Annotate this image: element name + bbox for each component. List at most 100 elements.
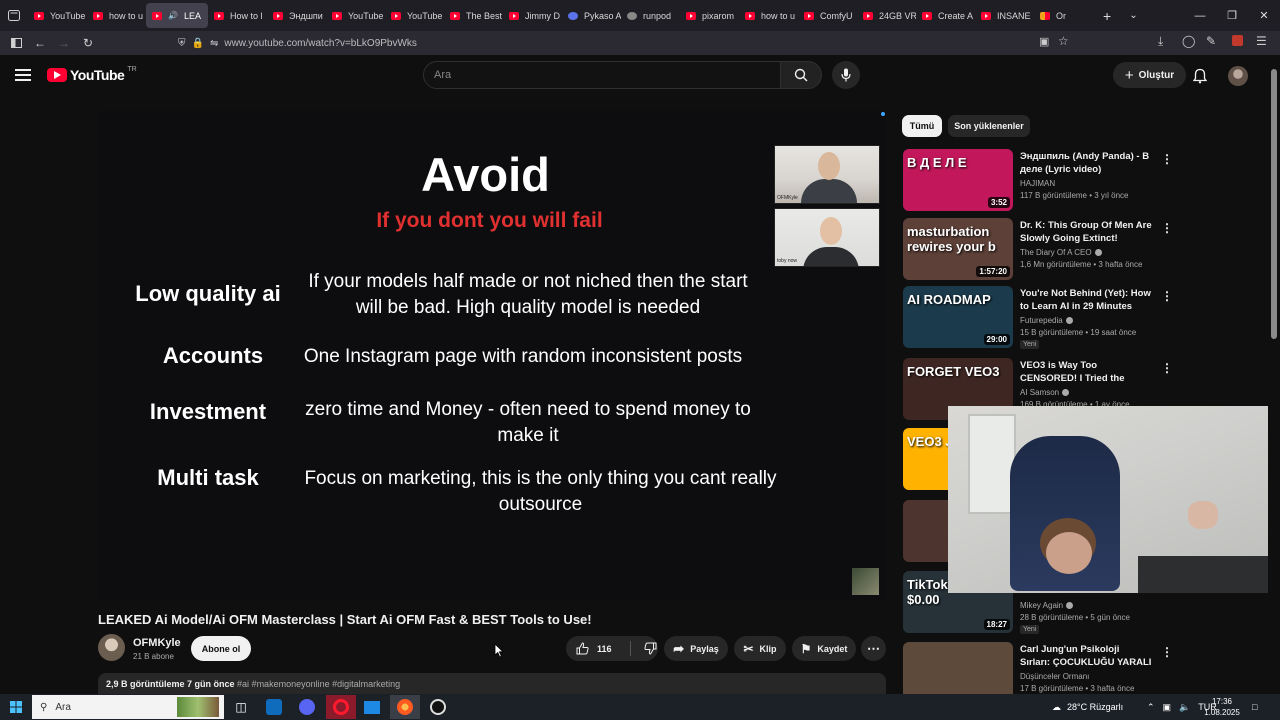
- opera-app-icon[interactable]: [326, 695, 356, 719]
- browser-tab[interactable]: how to u: [739, 0, 798, 31]
- video-player[interactable]: Avoid If you dont you will fail Low qual…: [98, 111, 886, 600]
- sidebar-toggle-icon[interactable]: [4, 31, 28, 55]
- more-vert-icon[interactable]: ⋮: [1161, 361, 1173, 375]
- recommendation-title[interactable]: Эндшпиль (Andy Panda) - В деле (Lyric vi…: [1020, 150, 1152, 176]
- task-view-icon[interactable]: ◫: [226, 695, 256, 719]
- clock[interactable]: 17:36 1.08.2025: [1200, 694, 1244, 720]
- reload-icon[interactable]: ↻: [76, 31, 100, 55]
- notification-center-icon[interactable]: □: [1252, 694, 1257, 720]
- audio-playing-icon[interactable]: 🔊: [168, 11, 178, 20]
- browser-tab[interactable]: YouTube: [28, 0, 87, 31]
- like-button[interactable]: 116: [576, 642, 612, 655]
- screenshot-icon[interactable]: ▣: [1039, 35, 1049, 48]
- volume-icon[interactable]: 🔈: [1179, 702, 1190, 713]
- recommendation-channel[interactable]: AI Samson: [1020, 388, 1059, 397]
- file-explorer-icon[interactable]: [357, 695, 387, 719]
- tab-list-icon[interactable]: [0, 0, 28, 31]
- firefox-app-icon[interactable]: [390, 695, 420, 719]
- tray-expand-icon[interactable]: ⌃: [1147, 702, 1155, 713]
- account-icon[interactable]: ◯: [1182, 34, 1195, 48]
- outlook-app-icon[interactable]: [259, 695, 289, 719]
- clip-button[interactable]: ✂ Klip: [734, 636, 786, 661]
- notifications-button[interactable]: [1190, 66, 1210, 86]
- browser-tab[interactable]: Jimmy D: [503, 0, 562, 31]
- browser-tab[interactable]: YouTube: [326, 0, 385, 31]
- browser-tab[interactable]: pixarom: [680, 0, 739, 31]
- channel-name[interactable]: OFMKyle: [133, 637, 181, 649]
- obs-app-icon[interactable]: [423, 695, 453, 719]
- hashtags[interactable]: #ai #makemoneyonline #digitalmarketing: [237, 679, 400, 689]
- browser-tab[interactable]: 🔊LEA✕: [146, 3, 208, 28]
- recommendation-title[interactable]: Carl Jung'un Psikoloji Sırları: ÇOCUKLUĞ…: [1020, 643, 1152, 669]
- menu-icon[interactable]: ☰: [1256, 34, 1267, 48]
- browser-tab[interactable]: How to l: [208, 0, 267, 31]
- chip-all[interactable]: Tümü: [902, 115, 942, 137]
- extensions-icon[interactable]: ✎: [1206, 34, 1216, 48]
- browser-tab[interactable]: runpod: [621, 0, 680, 31]
- more-vert-icon[interactable]: ⋮: [1161, 221, 1173, 235]
- recommendation-title[interactable]: Dr. K: This Group Of Men Are Slowly Goin…: [1020, 219, 1152, 245]
- voice-search-button[interactable]: [832, 61, 860, 89]
- user-avatar[interactable]: [1228, 66, 1248, 86]
- youtube-logo[interactable]: YouTube TR: [47, 66, 137, 83]
- recommendation-thumbnail[interactable]: B Д Е Л Е 3:52: [903, 149, 1013, 211]
- browser-tab[interactable]: Pykaso A: [562, 0, 621, 31]
- url-bar[interactable]: ⛨ 🔒 ⇋ www.youtube.com/watch?v=bLkO9PbvWk…: [178, 33, 1078, 53]
- download-icon[interactable]: ⤓: [1158, 34, 1163, 49]
- recommendation-title[interactable]: VEO3 is Way Too CENSORED! I Tried the BE…: [1020, 359, 1152, 385]
- browser-tab[interactable]: ComfyU: [798, 0, 857, 31]
- recommendation-channel[interactable]: Düşünceler Ormanı: [1020, 672, 1089, 681]
- extension-badge-icon[interactable]: [1232, 35, 1243, 46]
- discord-app-icon[interactable]: [292, 695, 322, 719]
- recommendation-item[interactable]: masturbation rewires your b 1:57:20 Dr. K:…: [903, 218, 1280, 280]
- network-icon[interactable]: ▣: [1163, 702, 1172, 713]
- dislike-button[interactable]: [643, 642, 657, 655]
- more-actions-button[interactable]: ⋯: [861, 636, 886, 661]
- page-scrollbar[interactable]: [1268, 55, 1280, 694]
- bookmark-star-icon[interactable]: ☆: [1058, 34, 1069, 48]
- browser-tab[interactable]: Or: [1034, 0, 1093, 31]
- browser-tab[interactable]: The Best: [444, 0, 503, 31]
- url-text[interactable]: www.youtube.com/watch?v=bLkO9PbvWks: [224, 38, 417, 49]
- browser-tab[interactable]: YouTube: [385, 0, 444, 31]
- search-button[interactable]: [780, 61, 822, 89]
- close-window-icon[interactable]: ✕: [1248, 9, 1280, 22]
- recommendation-channel[interactable]: HAJIMAN: [1020, 179, 1055, 188]
- scrollbar-thumb[interactable]: [1271, 69, 1277, 339]
- minimize-icon[interactable]: —: [1184, 10, 1216, 22]
- recommendation-channel[interactable]: The Diary Of A CEO: [1020, 248, 1092, 257]
- chevron-down-icon[interactable]: ⌄: [1121, 10, 1145, 21]
- taskbar-search-input[interactable]: ⚲ Ara: [32, 695, 224, 719]
- browser-tab[interactable]: how to u: [87, 0, 146, 31]
- description-box[interactable]: 2,9 B görüntüleme 7 gün önce #ai #makemo…: [98, 673, 886, 696]
- weather-widget[interactable]: ☁ 28°C Rüzgarlı: [1052, 694, 1123, 720]
- windows-start-button[interactable]: [0, 694, 32, 720]
- chip-recent[interactable]: Son yüklenenler: [948, 115, 1030, 137]
- search-input[interactable]: Ara: [423, 61, 781, 89]
- more-vert-icon[interactable]: ⋮: [1161, 645, 1173, 659]
- back-icon[interactable]: ←: [28, 31, 52, 55]
- more-vert-icon[interactable]: ⋮: [1161, 152, 1173, 166]
- recommendation-thumbnail[interactable]: masturbation rewires your b 1:57:20: [903, 218, 1013, 280]
- share-button[interactable]: ➦ Paylaş: [664, 636, 728, 661]
- channel-watermark[interactable]: [852, 568, 879, 595]
- browser-tab[interactable]: INSANE: [975, 0, 1034, 31]
- recommendation-thumbnail[interactable]: AI ROADMAP 29:00: [903, 286, 1013, 348]
- recommendation-item[interactable]: AI ROADMAP 29:00 You're Not Behind (Yet): …: [903, 286, 1280, 349]
- browser-tab[interactable]: Эндшпи: [267, 0, 326, 31]
- new-tab-button[interactable]: +: [1093, 8, 1121, 24]
- forward-icon[interactable]: →: [52, 31, 76, 55]
- recommendation-channel[interactable]: Mikey Again: [1020, 601, 1063, 610]
- recommendation-title[interactable]: You're Not Behind (Yet): How to Learn AI…: [1020, 287, 1152, 313]
- subscribe-button[interactable]: Abone ol: [191, 636, 251, 661]
- more-vert-icon[interactable]: ⋮: [1161, 289, 1173, 303]
- channel-avatar[interactable]: [98, 634, 125, 661]
- recommendation-item[interactable]: B Д Е Л Е 3:52 Эндшпиль (Andy Panda) - В д…: [903, 149, 1280, 211]
- recommendation-channel[interactable]: Futurepedia: [1020, 316, 1063, 325]
- save-button[interactable]: ⚑ Kaydet: [792, 636, 856, 661]
- create-button[interactable]: + Oluştur: [1113, 62, 1186, 88]
- guide-menu-icon[interactable]: [15, 69, 31, 81]
- browser-tab[interactable]: 24GB VR: [857, 0, 916, 31]
- restore-icon[interactable]: ❐: [1216, 9, 1248, 22]
- browser-tab[interactable]: Create A: [916, 0, 975, 31]
